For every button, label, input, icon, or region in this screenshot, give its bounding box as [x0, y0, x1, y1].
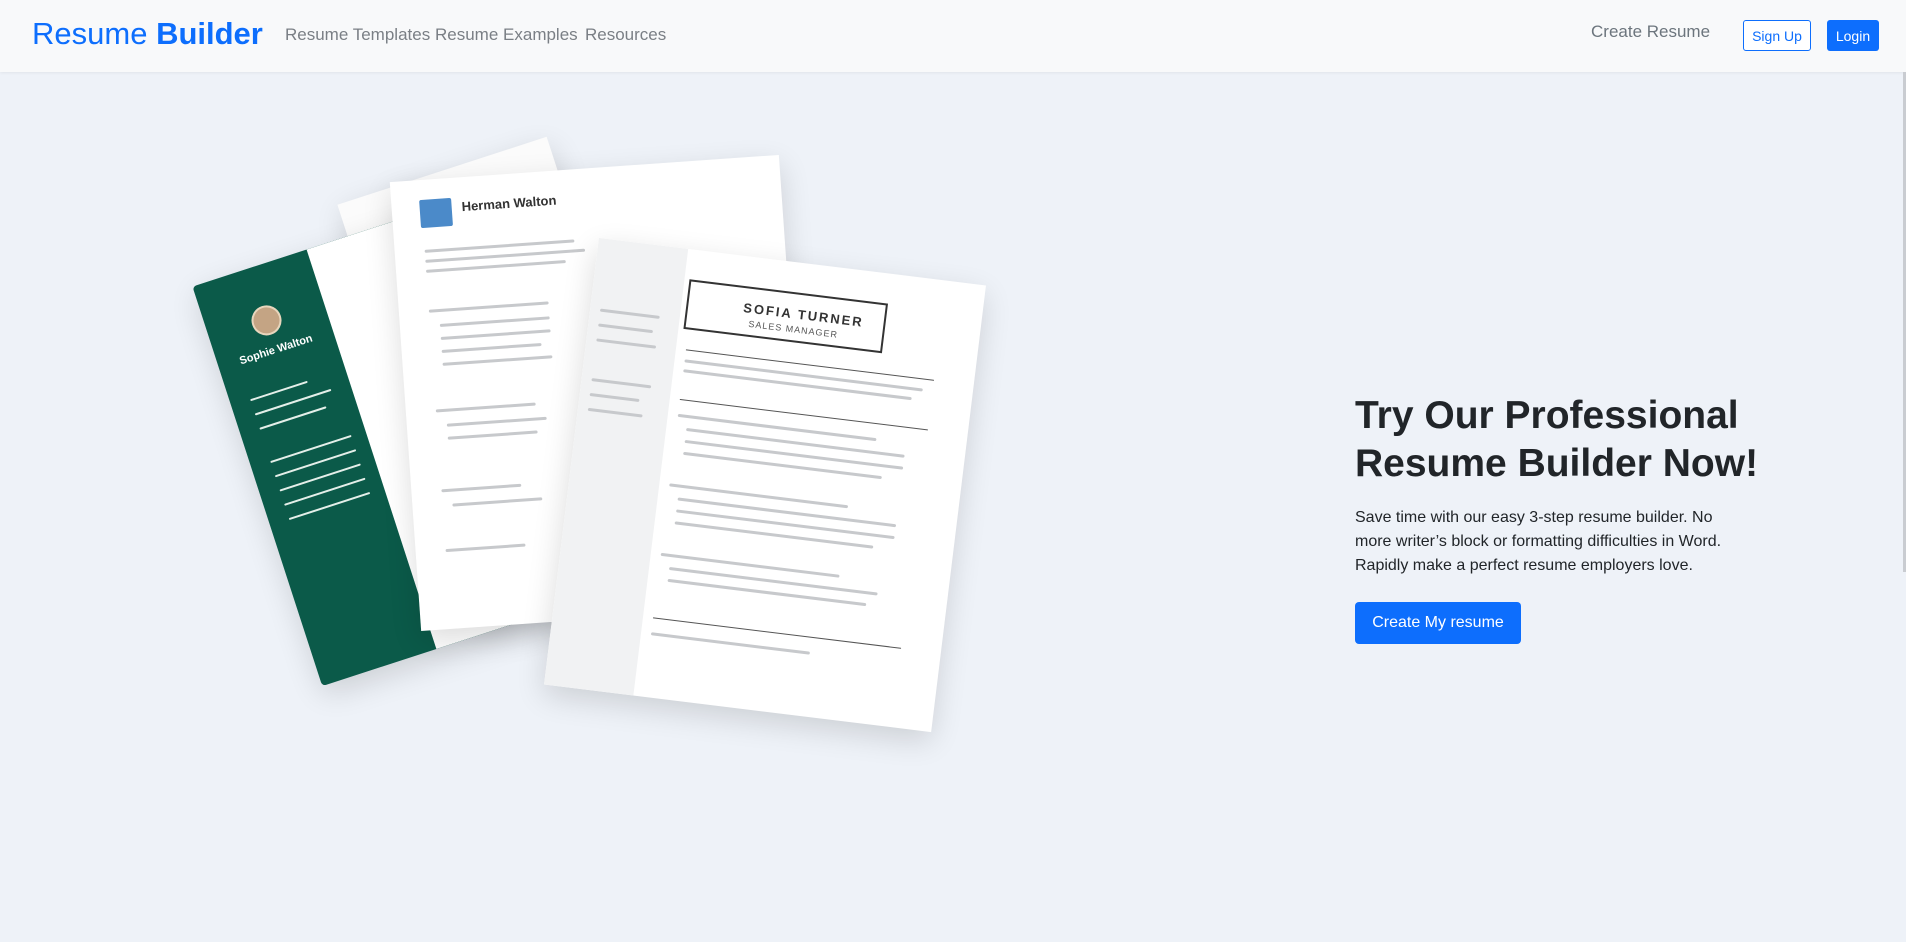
login-button[interactable]: Login: [1827, 20, 1879, 51]
resume-illustration: Sophie Walton Herman Walton SOFIA TURNER…: [192, 136, 1010, 740]
resume-name-sophie: Sophie Walton: [238, 332, 315, 368]
nav-resume-templates[interactable]: Resume Templates: [285, 25, 430, 45]
brand-regular: Resume: [32, 16, 148, 51]
nav-create-resume[interactable]: Create Resume: [1591, 22, 1710, 42]
top-navbar: Resume Builder Resume Templates Resume E…: [0, 0, 1906, 72]
avatar: [247, 301, 286, 340]
nav-resume-examples[interactable]: Resume Examples: [435, 25, 578, 45]
brand-bold: Builder: [156, 16, 263, 51]
hero-subtitle: Save time with our easy 3-step resume bu…: [1355, 509, 1722, 574]
resume-card-sofia: SOFIA TURNER SALES MANAGER: [544, 237, 986, 733]
nav-resources[interactable]: Resources: [585, 25, 666, 45]
resume-name-herman: Herman Walton: [461, 192, 557, 215]
resume-name-box: SOFIA TURNER SALES MANAGER: [683, 279, 889, 354]
create-my-resume-button[interactable]: Create My resume: [1355, 602, 1521, 644]
hero-title: Try Our Professional Resume Builder Now!: [1355, 394, 1759, 485]
avatar: [419, 197, 453, 229]
brand-logo[interactable]: Resume Builder: [32, 16, 263, 52]
signup-button[interactable]: Sign Up: [1743, 20, 1811, 51]
